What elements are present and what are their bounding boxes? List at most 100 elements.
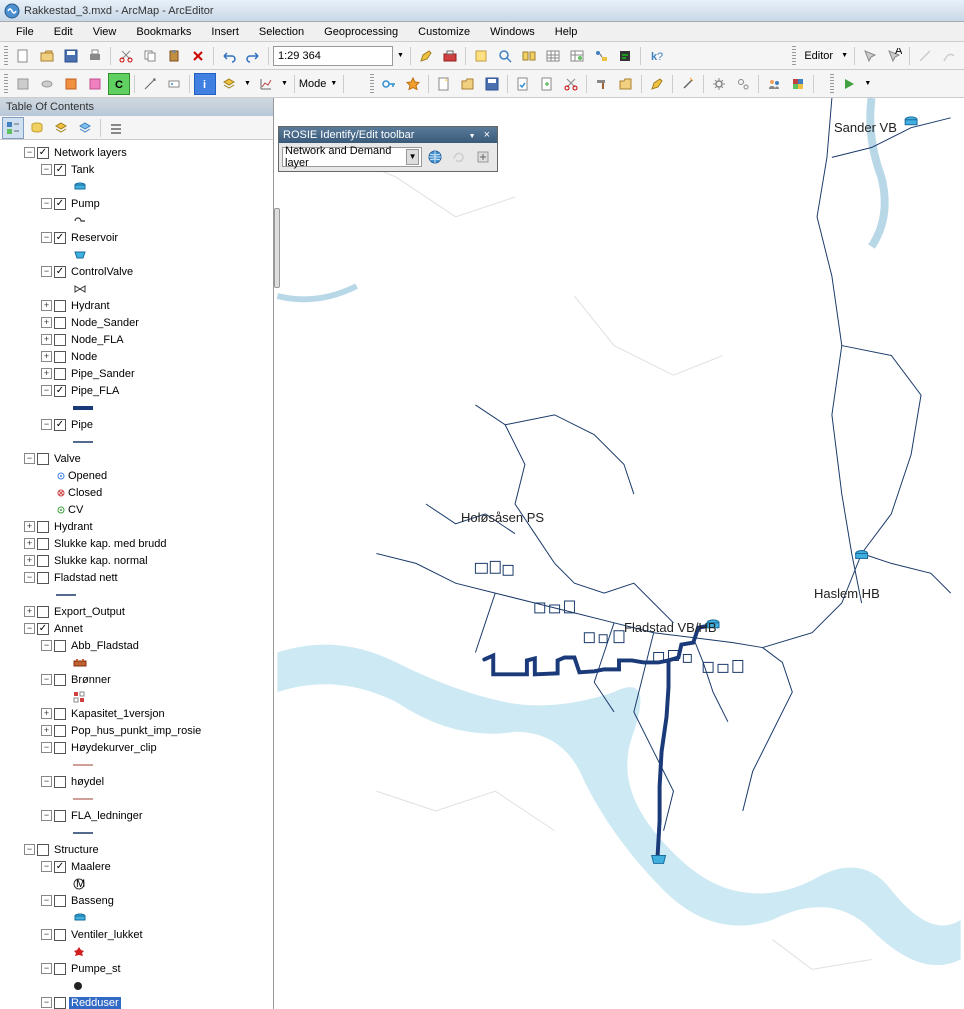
- tree-item[interactable]: −FLA_ledninger: [2, 807, 271, 824]
- expand-toggle[interactable]: −: [41, 963, 52, 974]
- toolbox-button[interactable]: [439, 45, 461, 67]
- tree-item[interactable]: −Ventiler_lukket: [2, 926, 271, 943]
- menu-insert[interactable]: Insert: [203, 24, 247, 40]
- key-icon[interactable]: [378, 73, 400, 95]
- expand-toggle[interactable]: +: [41, 317, 52, 328]
- layer-checkbox[interactable]: ✓: [37, 147, 49, 159]
- help-button[interactable]: k?: [645, 45, 667, 67]
- tree-item[interactable]: −✓Annet: [2, 620, 271, 637]
- list-by-drawing-order[interactable]: [2, 117, 24, 139]
- table-link-button[interactable]: [566, 45, 588, 67]
- expand-toggle[interactable]: −: [24, 844, 35, 855]
- tree-item[interactable]: −✓Network layers: [2, 144, 271, 161]
- expand-toggle[interactable]: −: [41, 776, 52, 787]
- rosie-info[interactable]: i: [194, 73, 216, 95]
- menu-bookmarks[interactable]: Bookmarks: [128, 24, 199, 40]
- hammer-icon[interactable]: [591, 73, 613, 95]
- rosie-gray-2[interactable]: [36, 73, 58, 95]
- menu-file[interactable]: File: [8, 24, 42, 40]
- tree-item[interactable]: +Node_Sander: [2, 314, 271, 331]
- save-button[interactable]: [60, 45, 82, 67]
- catalog-button[interactable]: [470, 45, 492, 67]
- toolbar-grip[interactable]: [370, 74, 374, 94]
- expand-toggle[interactable]: −: [41, 419, 52, 430]
- layer-checkbox[interactable]: ✓: [54, 385, 66, 397]
- doc-plus[interactable]: [536, 73, 558, 95]
- expand-toggle[interactable]: −: [41, 810, 52, 821]
- pencil-icon[interactable]: [646, 73, 668, 95]
- undo-button[interactable]: [218, 45, 240, 67]
- gears-icon[interactable]: [732, 73, 754, 95]
- layer-checkbox[interactable]: ✓: [37, 623, 49, 635]
- tree-item[interactable]: −Structure: [2, 841, 271, 858]
- tree-item[interactable]: −Brønner: [2, 671, 271, 688]
- layer-checkbox[interactable]: ✓: [54, 861, 66, 873]
- rosie-refresh-icon[interactable]: [448, 146, 470, 168]
- expand-toggle[interactable]: +: [41, 368, 52, 379]
- float-close[interactable]: ×: [481, 129, 493, 141]
- tree-item[interactable]: −✓ControlValve: [2, 263, 271, 280]
- scale-dropdown[interactable]: ▼: [395, 52, 406, 59]
- editor-toolbar-button[interactable]: [415, 45, 437, 67]
- tree-item[interactable]: [2, 212, 271, 229]
- rosie-globe-icon[interactable]: [424, 146, 446, 168]
- gear-icon[interactable]: [708, 73, 730, 95]
- expand-toggle[interactable]: −: [41, 640, 52, 651]
- expand-toggle[interactable]: −: [41, 232, 52, 243]
- toolbar-grip[interactable]: [4, 46, 8, 66]
- copy-button[interactable]: [139, 45, 161, 67]
- rosie-tools-1[interactable]: [139, 73, 161, 95]
- rosie-edit-icon[interactable]: [472, 146, 494, 168]
- menu-edit[interactable]: Edit: [46, 24, 81, 40]
- tree-item[interactable]: −Abb_Fladstad: [2, 637, 271, 654]
- new-button[interactable]: [12, 45, 34, 67]
- expand-toggle[interactable]: +: [24, 555, 35, 566]
- tree-item[interactable]: [2, 688, 271, 705]
- editor-dropdown[interactable]: ▼: [839, 52, 850, 59]
- arc-segment[interactable]: [938, 45, 960, 67]
- rosie-pink[interactable]: [84, 73, 106, 95]
- layer-checkbox[interactable]: [54, 334, 66, 346]
- tree-item[interactable]: −Redduser: [2, 994, 271, 1009]
- cut-button[interactable]: [115, 45, 137, 67]
- tree-item[interactable]: [2, 178, 271, 195]
- expand-toggle[interactable]: −: [24, 623, 35, 634]
- tree-item[interactable]: +Slukke kap. med brudd: [2, 535, 271, 552]
- tree-item[interactable]: [2, 790, 271, 807]
- rosie-gray-1[interactable]: [12, 73, 34, 95]
- tree-item[interactable]: +Pipe_Sander: [2, 365, 271, 382]
- rosie-orange[interactable]: [60, 73, 82, 95]
- layer-checkbox[interactable]: [54, 317, 66, 329]
- delete-button[interactable]: [187, 45, 209, 67]
- tree-item[interactable]: +Slukke kap. normal: [2, 552, 271, 569]
- wand-icon[interactable]: [677, 73, 699, 95]
- folder-new[interactable]: [433, 73, 455, 95]
- menu-geoprocessing[interactable]: Geoprocessing: [316, 24, 406, 40]
- users-icon[interactable]: [763, 73, 785, 95]
- tree-item[interactable]: +Pop_hus_punkt_imp_rosie: [2, 722, 271, 739]
- layer-checkbox[interactable]: ✓: [54, 198, 66, 210]
- tree-item[interactable]: [2, 586, 271, 603]
- tree-item[interactable]: −høydel: [2, 773, 271, 790]
- list-by-selection[interactable]: [74, 117, 96, 139]
- float-minimize[interactable]: ▼: [467, 133, 478, 140]
- tree-item[interactable]: [2, 756, 271, 773]
- layer-checkbox[interactable]: [54, 742, 66, 754]
- tree-item[interactable]: −Basseng: [2, 892, 271, 909]
- tree-item[interactable]: −✓Reservoir: [2, 229, 271, 246]
- tree-item[interactable]: [2, 280, 271, 297]
- menu-view[interactable]: View: [85, 24, 125, 40]
- layer-checkbox[interactable]: [54, 368, 66, 380]
- layer-checkbox[interactable]: [37, 844, 49, 856]
- tree-item[interactable]: +Kapasitet_1versjon: [2, 705, 271, 722]
- layer-checkbox[interactable]: [37, 572, 49, 584]
- options-button[interactable]: [105, 117, 127, 139]
- save-icon[interactable]: [481, 73, 503, 95]
- tree-item[interactable]: [2, 246, 271, 263]
- edit-annotation-tool[interactable]: A: [883, 45, 905, 67]
- layer-checkbox[interactable]: [54, 640, 66, 652]
- color-icon[interactable]: [787, 73, 809, 95]
- edit-tool[interactable]: [859, 45, 881, 67]
- star-icon[interactable]: [402, 73, 424, 95]
- expand-toggle[interactable]: −: [41, 997, 52, 1008]
